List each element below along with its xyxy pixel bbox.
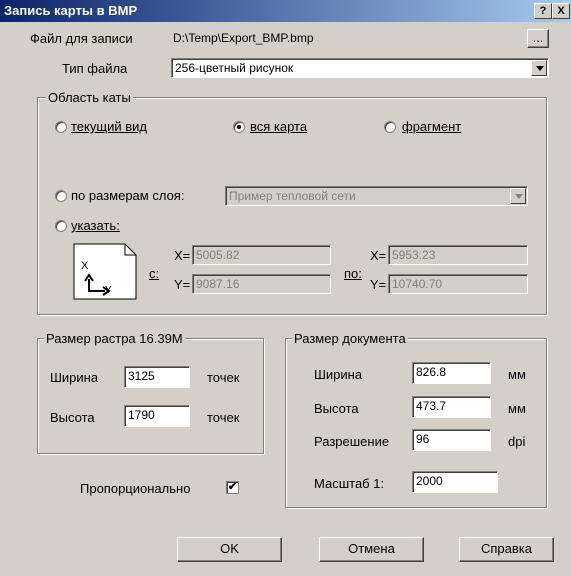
window-title: Запись карты в BMP [4,3,138,18]
doc-height-unit: мм [508,401,526,416]
x-to-field[interactable]: 5953.23 [388,245,528,265]
file-label: Файл для записи [30,31,133,46]
file-type-select[interactable]: 256-цветный рисунок [171,58,549,78]
close-icon[interactable]: X [552,3,570,19]
label-specify: указать: [71,218,120,233]
file-type-label: Тип файла [62,61,128,76]
resolution-label: Разрешение [314,434,390,449]
raster-height-field[interactable]: 1790 [124,405,190,427]
raster-legend: Размер растра 16.39М [44,331,185,346]
doc-height-field[interactable]: 473.7 [412,396,491,418]
layer-value: Пример тепловой сети [229,189,356,203]
y-to-field[interactable]: 10740.70 [388,274,528,294]
area-legend: Область каты [46,90,133,105]
to-label: по: [344,266,362,281]
label-specify-text: указать: [71,218,120,233]
x-from-label: X= [174,248,191,263]
label-fragment-text: фрагмент [402,119,462,134]
y-from-field[interactable]: 9087.16 [192,274,331,294]
raster-width-unit: точек [207,370,240,385]
file-path-field[interactable]: D:\Temp\Export_BMP.bmp [170,29,504,49]
radio-whole-map[interactable] [233,121,245,133]
scale-field[interactable]: 2000 [412,471,498,493]
proportional-label: Пропорционально [80,481,191,496]
label-whole-map: вся карта [250,119,307,134]
chevron-down-icon[interactable] [510,188,526,204]
help-button[interactable]: Справка [459,537,554,562]
label-whole-map-text: вся карта [250,119,308,134]
cancel-button[interactable]: Отмена [319,537,424,562]
raster-group: Размер растра 16.39М [37,331,264,454]
label-fragment: фрагмент [402,119,461,134]
scale-label: Масштаб 1: [314,476,385,491]
y-to-label: Y= [370,277,387,292]
chevron-down-icon[interactable] [531,60,547,76]
axis-y-label: Y [105,285,112,296]
doc-width-unit: мм [508,367,526,382]
radio-current-view[interactable] [55,121,67,133]
document-legend: Размер документа [292,331,408,346]
radio-by-layer[interactable] [55,190,67,202]
raster-height-label: Высота [50,410,95,425]
browse-button[interactable]: ... [527,29,549,48]
from-label-text: с: [149,266,160,281]
resolution-field[interactable]: 96 [412,429,491,451]
doc-width-label: Ширина [314,367,363,382]
export-bmp-dialog: Запись карты в BMP ? X Файл для записи D… [0,0,571,576]
raster-height-unit: точек [207,410,240,425]
proportional-checkbox[interactable]: ✔ [226,481,239,494]
raster-width-field[interactable]: 3125 [124,366,190,388]
raster-width-label: Ширина [50,370,99,385]
to-label-text: по: [344,266,362,281]
radio-fragment[interactable] [384,121,396,133]
from-label: с: [149,266,159,281]
radio-specify[interactable] [55,220,67,232]
y-from-label: Y= [174,277,191,292]
label-current-view-text: текущий вид [71,119,147,134]
label-by-layer: по размерам слоя: [71,188,185,203]
coordinate-axes-icon: X Y [73,243,137,300]
x-to-label: X= [370,248,387,263]
doc-width-field[interactable]: 826.8 [412,362,491,384]
label-current-view: текущий вид [71,119,147,134]
resolution-unit: dpi [508,434,526,449]
doc-height-label: Высота [314,401,359,416]
ok-button[interactable]: OK [177,537,282,562]
axis-x-label: X [81,260,89,272]
layer-select[interactable]: Пример тепловой сети [225,186,528,206]
title-bar[interactable]: Запись карты в BMP ? X [0,0,571,22]
x-from-field[interactable]: 5005.82 [192,245,331,265]
file-type-value: 256-цветный рисунок [175,61,294,75]
help-icon[interactable]: ? [534,3,552,19]
